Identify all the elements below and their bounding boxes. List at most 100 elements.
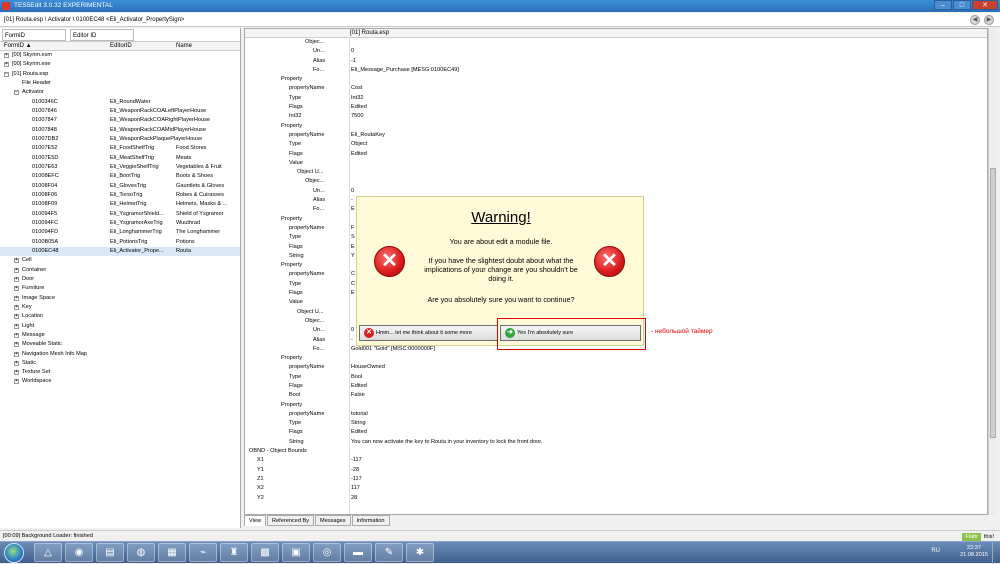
field-row[interactable]: Flags Edited bbox=[245, 150, 987, 159]
expand-icon[interactable]: + bbox=[14, 267, 19, 273]
tree-row[interactable]: + Texture Set bbox=[0, 368, 240, 377]
expand-icon[interactable]: + bbox=[14, 360, 19, 366]
tab-information[interactable]: Information bbox=[351, 515, 390, 526]
taskbar-app-1-icon[interactable]: △ bbox=[34, 543, 62, 562]
tree-row[interactable]: 01008EFC Eli_BootTrig Boots & Shoes bbox=[0, 172, 240, 181]
folder-icon[interactable]: ▤ bbox=[96, 543, 124, 562]
field-row[interactable]: Value bbox=[245, 159, 987, 168]
field-row[interactable]: Property bbox=[245, 75, 987, 84]
field-value[interactable]: -117 bbox=[351, 456, 362, 465]
field-value[interactable]: 7500 bbox=[351, 112, 363, 121]
tree-row[interactable]: 01007847 Eli_WeaponRackCOARightPlayerHous… bbox=[0, 116, 240, 125]
field-value[interactable]: Y bbox=[351, 252, 355, 261]
field-value[interactable]: 117 bbox=[351, 484, 360, 493]
taskbar-app-13-icon[interactable]: ✱ bbox=[406, 543, 434, 562]
field-value[interactable]: Edited bbox=[351, 428, 367, 437]
field-value[interactable]: Eli_Message_Purchase [MESG:0100EC49] bbox=[351, 66, 459, 75]
field-row[interactable]: propertyName HouseOwned bbox=[245, 363, 987, 372]
think-more-button[interactable]: ✕ Hmm... let me think about it some more bbox=[359, 325, 498, 341]
tree-row[interactable]: 01007848 Eli_WeaponRackCOAMidPlayerHouse bbox=[0, 126, 240, 135]
expand-icon[interactable]: + bbox=[14, 314, 19, 320]
field-row[interactable]: Alias -1 bbox=[245, 57, 987, 66]
field-value[interactable]: C bbox=[351, 280, 355, 289]
minimize-button[interactable]: – bbox=[934, 0, 952, 10]
maximize-button[interactable]: □ bbox=[953, 0, 971, 10]
tree-row[interactable]: 01007E63 Eli_VeggieShelfTrig Vegetables & … bbox=[0, 163, 240, 172]
tree-row[interactable]: + [00] Skyrim.exe bbox=[0, 60, 240, 69]
tree-row[interactable]: 01008F06 Eli_TorsoTrig Robes & Cuirasses bbox=[0, 191, 240, 200]
tree-row[interactable]: + [00] Skyrim.esm bbox=[0, 51, 240, 60]
tree-row[interactable]: + Static bbox=[0, 359, 240, 368]
tree-row[interactable]: + Light bbox=[0, 322, 240, 331]
field-value[interactable]: String bbox=[351, 419, 366, 428]
tree-row[interactable]: + Moveable Static bbox=[0, 340, 240, 349]
taskbar-app-11-icon[interactable]: ▬ bbox=[344, 543, 372, 562]
tree-row[interactable]: 01008F04 Eli_GlovesTrig Gauntlets & Gloves bbox=[0, 182, 240, 191]
field-value[interactable]: C bbox=[351, 270, 355, 279]
tree-row[interactable]: − Activator bbox=[0, 88, 240, 97]
system-clock[interactable]: 22:37 21.08.2015 bbox=[960, 545, 988, 559]
field-row[interactable]: Objec... bbox=[245, 177, 987, 186]
taskbar-app-7-icon[interactable]: ♜ bbox=[220, 543, 248, 562]
tree-row[interactable]: 01007E52 Eli_FoodShelfTrig Food Stores bbox=[0, 144, 240, 153]
field-row[interactable]: Int32 7500 bbox=[245, 112, 987, 121]
field-value[interactable]: - bbox=[351, 336, 353, 345]
taskbar-app-9-icon[interactable]: ▣ bbox=[282, 543, 310, 562]
tree-row[interactable]: + Furniture bbox=[0, 284, 240, 293]
tab-messages[interactable]: Messages bbox=[315, 515, 351, 526]
field-row[interactable]: Type String bbox=[245, 419, 987, 428]
taskbar-app-5-icon[interactable]: ▦ bbox=[158, 543, 186, 562]
firefox-icon[interactable]: ◍ bbox=[127, 543, 155, 562]
field-value[interactable]: - bbox=[351, 196, 353, 205]
field-value[interactable]: HouseOwned bbox=[351, 363, 385, 372]
record-tree[interactable]: + [00] Skyrim.esm + [00] Skyrim.exe − [01] Ro… bbox=[0, 51, 240, 387]
field-row[interactable]: Bool False bbox=[245, 391, 987, 400]
field-row[interactable]: Un... 0 bbox=[245, 187, 987, 196]
field-value[interactable]: Gold001 "Gold" [MISC:0000000F] bbox=[351, 345, 435, 354]
field-value[interactable]: Edited bbox=[351, 382, 367, 391]
field-row[interactable]: X2 117 bbox=[245, 484, 987, 493]
tree-row[interactable]: File Header bbox=[0, 79, 240, 88]
collapse-icon[interactable]: − bbox=[4, 71, 9, 77]
tree-row[interactable]: + Location bbox=[0, 312, 240, 321]
scrollbar-thumb[interactable] bbox=[990, 168, 996, 438]
steam-icon[interactable]: ◎ bbox=[313, 543, 341, 562]
col-name[interactable]: Name bbox=[172, 42, 192, 50]
field-value[interactable]: 0 bbox=[351, 47, 354, 56]
field-row[interactable]: Property bbox=[245, 401, 987, 410]
field-value[interactable]: Edited bbox=[351, 150, 367, 159]
tree-row[interactable]: 010094FD Eli_LonghammerTrig The Longhammer bbox=[0, 228, 240, 237]
tray-language[interactable]: RU bbox=[931, 548, 940, 554]
expand-icon[interactable]: + bbox=[14, 332, 19, 338]
field-row[interactable]: Y1 -28 bbox=[245, 466, 987, 475]
field-value[interactable]: -117 bbox=[351, 475, 362, 484]
taskbar-app-8-icon[interactable]: ▩ bbox=[251, 543, 279, 562]
field-value[interactable]: tutorial bbox=[351, 410, 368, 419]
taskbar-app-2-icon[interactable]: ◉ bbox=[65, 543, 93, 562]
field-row[interactable]: X1 -117 bbox=[245, 456, 987, 465]
field-row[interactable]: Type Object bbox=[245, 140, 987, 149]
tree-row[interactable]: + Door bbox=[0, 275, 240, 284]
field-row[interactable]: Flags Edited bbox=[245, 103, 987, 112]
field-value[interactable]: S bbox=[351, 233, 355, 242]
tree-row[interactable]: 01007DB2 Eli_WeaponRackPlaquePlayerHouse bbox=[0, 135, 240, 144]
expand-icon[interactable]: + bbox=[14, 304, 19, 310]
field-value[interactable]: E bbox=[351, 205, 355, 214]
taskbar-app-12-icon[interactable]: ✎ bbox=[375, 543, 403, 562]
start-button[interactable] bbox=[4, 543, 24, 563]
tree-row[interactable]: 01007846 Eli_WeaponRackCOALeftPlayerHouse bbox=[0, 107, 240, 116]
field-row[interactable]: Un... 0 bbox=[245, 47, 987, 56]
expand-icon[interactable]: + bbox=[14, 295, 19, 301]
editorid-filter-input[interactable]: Editor ID bbox=[70, 29, 134, 41]
field-row[interactable]: Z1 -117 bbox=[245, 475, 987, 484]
field-value[interactable]: Cost bbox=[351, 84, 363, 93]
field-row[interactable]: String You can now activate the key to Ro… bbox=[245, 438, 987, 447]
tree-row[interactable]: 0100B05A Eli_PotionsTrig Potions bbox=[0, 238, 240, 247]
field-value[interactable]: -1 bbox=[351, 57, 356, 66]
field-row[interactable]: propertyName Cost bbox=[245, 84, 987, 93]
taskbar-app-6-icon[interactable]: ⌁ bbox=[189, 543, 217, 562]
expand-icon[interactable]: + bbox=[14, 342, 19, 348]
tree-row[interactable]: + Cell bbox=[0, 256, 240, 265]
field-value[interactable]: Eli_RoutaKey bbox=[351, 131, 385, 140]
field-value[interactable]: Edited bbox=[351, 103, 367, 112]
